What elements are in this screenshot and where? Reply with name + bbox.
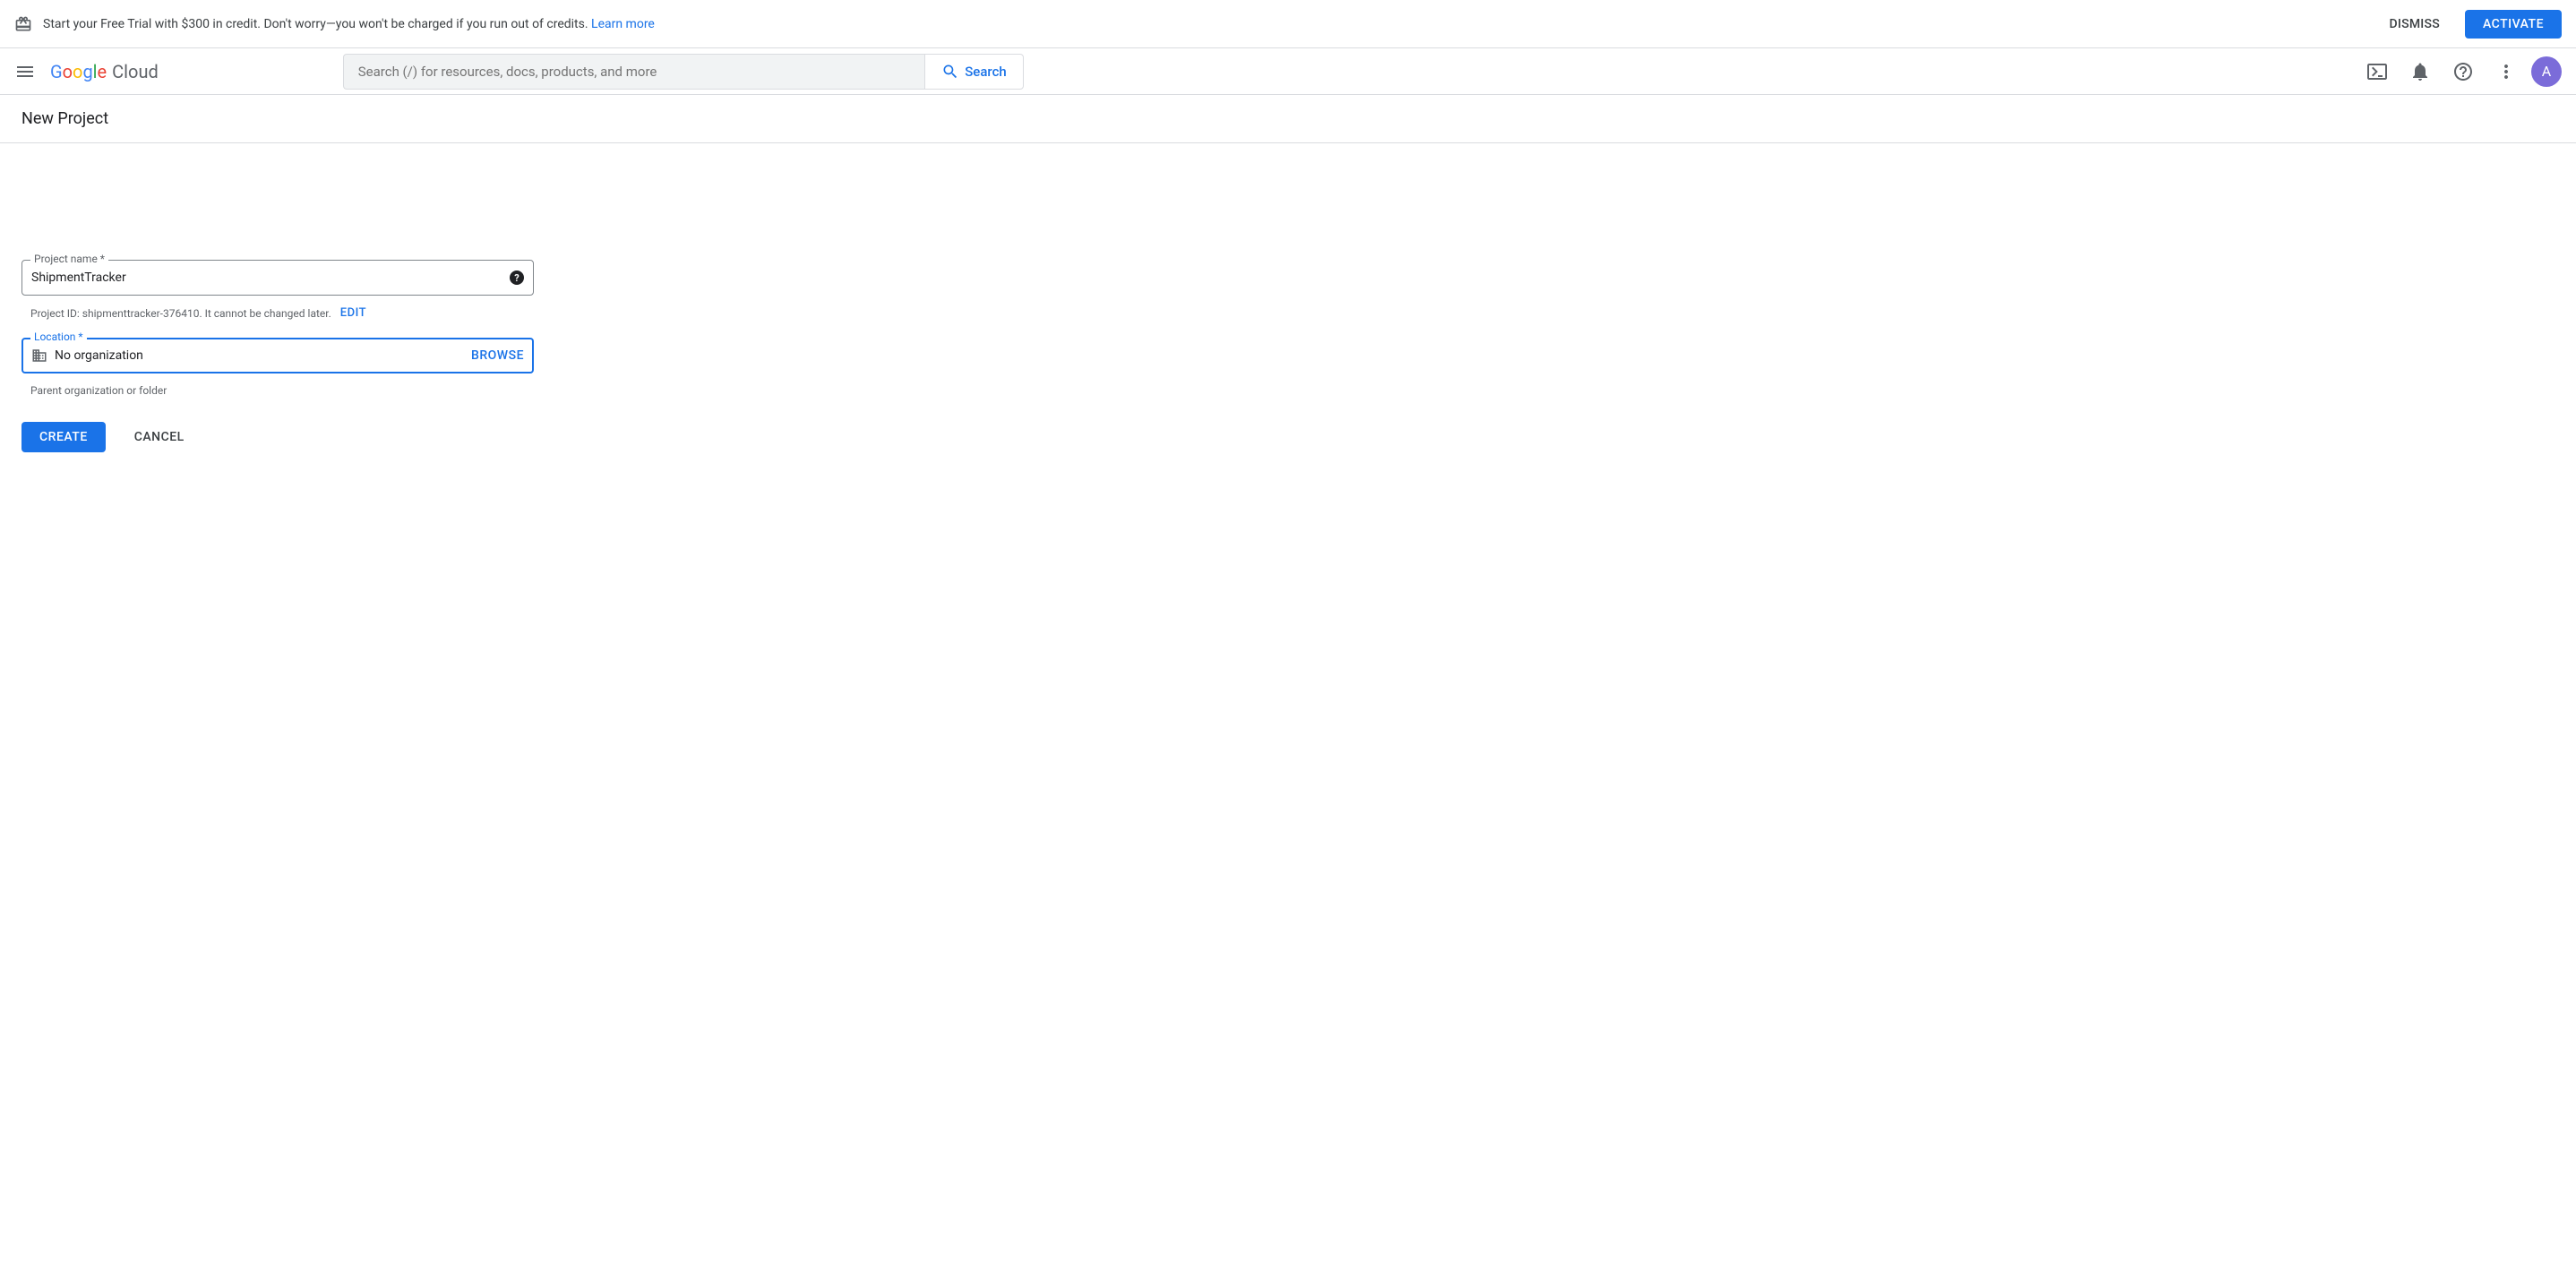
cloud-wordmark: Cloud [112, 61, 159, 82]
dismiss-button[interactable]: DISMISS [2374, 10, 2454, 39]
location-field: Location * BROWSE [21, 338, 534, 373]
project-name-field: Project name * ? [21, 260, 534, 296]
google-wordmark: Google [50, 61, 107, 82]
form-actions: CREATE CANCEL [21, 422, 534, 452]
notifications-icon[interactable] [2402, 54, 2438, 90]
trial-text: Start your Free Trial with $300 in credi… [43, 17, 2364, 31]
project-id-hint-row: Project ID: shipmenttracker-376410. It c… [21, 301, 534, 338]
help-icon[interactable] [2445, 54, 2481, 90]
location-label: Location * [30, 331, 87, 343]
search-button[interactable]: Search [924, 54, 1024, 90]
location-input[interactable] [55, 348, 471, 363]
header-right: A [2359, 54, 2562, 90]
gift-icon [14, 15, 32, 33]
project-name-input[interactable] [31, 270, 510, 285]
cloud-shell-icon[interactable] [2359, 54, 2395, 90]
location-helper: Parent organization or folder [21, 379, 534, 422]
question-mark-icon[interactable]: ? [510, 270, 524, 285]
project-name-label: Project name * [30, 253, 108, 265]
google-cloud-logo[interactable]: Google Cloud [50, 61, 159, 82]
search-container: Search [343, 54, 1024, 90]
browse-button[interactable]: BROWSE [471, 348, 524, 363]
cancel-button[interactable]: CANCEL [116, 422, 202, 452]
avatar[interactable]: A [2531, 56, 2562, 87]
organization-icon [31, 348, 47, 364]
search-icon [941, 63, 959, 81]
trial-text-content: Start your Free Trial with $300 in credi… [43, 17, 591, 31]
navigation-menu-icon[interactable] [14, 61, 36, 82]
free-trial-banner: Start your Free Trial with $300 in credi… [0, 0, 2576, 48]
project-id-text: Project ID: shipmenttracker-376410. It c… [30, 307, 331, 320]
more-options-icon[interactable] [2488, 54, 2524, 90]
activate-button[interactable]: ACTIVATE [2465, 10, 2562, 39]
project-name-box: ? [21, 260, 534, 296]
location-box: BROWSE [21, 338, 534, 373]
search-input-wrap [343, 54, 924, 90]
create-button[interactable]: CREATE [21, 422, 106, 452]
page-title-bar: New Project [0, 95, 2576, 143]
learn-more-link[interactable]: Learn more [591, 17, 655, 31]
search-button-label: Search [965, 64, 1007, 80]
edit-project-id-button[interactable]: EDIT [340, 306, 366, 320]
app-header: Google Cloud Search A [0, 48, 2576, 95]
page-title: New Project [21, 109, 2555, 128]
search-input[interactable] [358, 64, 910, 80]
new-project-form: Project name * ? Project ID: shipmenttra… [0, 143, 555, 474]
